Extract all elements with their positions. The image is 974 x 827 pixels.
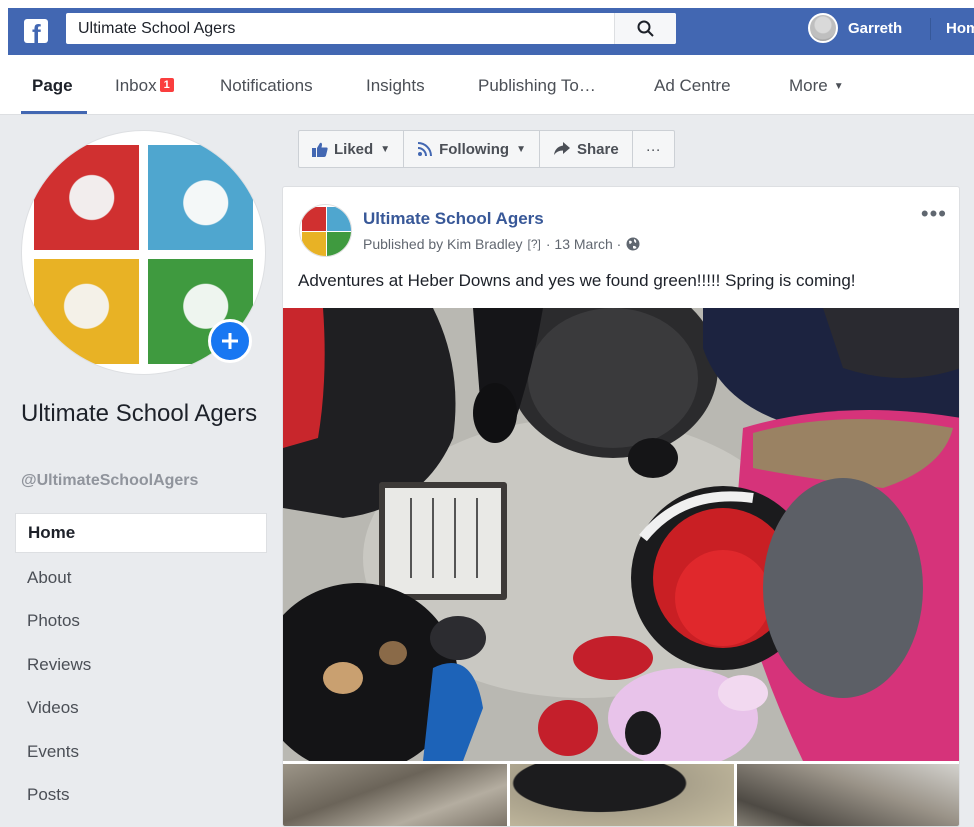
- search-input[interactable]: Ultimate School Agers: [78, 20, 235, 38]
- photo-thumbnail[interactable]: [283, 764, 507, 826]
- sidebar-nav: Home About Photos Reviews Videos Events …: [15, 513, 267, 817]
- facebook-logo-icon[interactable]: f: [24, 19, 48, 43]
- handprint-blue: [148, 145, 253, 250]
- rss-feed-icon: [417, 142, 433, 157]
- following-button[interactable]: Following ▼: [404, 131, 540, 167]
- help-marker[interactable]: [?]: [528, 237, 541, 251]
- share-label: Share: [576, 140, 619, 158]
- search-box[interactable]: Ultimate School Agers: [66, 13, 676, 44]
- caret-down-icon: ▼: [833, 81, 844, 92]
- liked-button[interactable]: Liked ▼: [299, 131, 405, 167]
- feed-post: Ultimate School Agers Published by Kim B…: [282, 186, 960, 827]
- sidebar-item-photos[interactable]: Photos: [15, 600, 267, 644]
- tab-page[interactable]: Page: [32, 76, 73, 96]
- sidebar-item-posts[interactable]: Posts: [15, 774, 267, 818]
- user-name[interactable]: Garreth: [848, 20, 902, 37]
- liked-label: Liked: [334, 140, 374, 158]
- post-meta: Published by Kim Bradley [?] · 13 March …: [363, 236, 640, 252]
- post-body-text: Adventures at Heber Downs and yes we fou…: [298, 271, 856, 290]
- sidebar-item-about[interactable]: About: [15, 556, 267, 600]
- user-profile-link[interactable]: Garreth: [808, 13, 902, 43]
- tab-inbox-label: Inbox: [115, 76, 157, 95]
- tab-insights[interactable]: Insights: [366, 76, 425, 96]
- search-icon: [637, 20, 654, 37]
- post-publisher[interactable]: Published by Kim Bradley: [363, 236, 523, 252]
- sidebar-item-events[interactable]: Events: [15, 730, 267, 774]
- page-title[interactable]: Ultimate School Agers: [21, 397, 261, 431]
- tab-ad-centre[interactable]: Ad Centre: [654, 76, 731, 96]
- post-photo[interactable]: [283, 308, 959, 761]
- tab-inbox[interactable]: Inbox 1: [115, 76, 174, 96]
- page-nav: Page Inbox 1 Notifications Insights Publi…: [0, 55, 974, 115]
- following-label: Following: [439, 140, 510, 158]
- photo-thumbnail[interactable]: [737, 764, 959, 826]
- share-arrow-icon: [553, 142, 570, 155]
- post-options-menu[interactable]: •••: [921, 201, 947, 227]
- sidebar-item-home[interactable]: Home: [15, 513, 267, 553]
- blue-header: f Ultimate School Agers Garreth Hom: [8, 8, 974, 55]
- chevron-down-icon: ▼: [380, 143, 391, 155]
- photo-thumbnail[interactable]: [510, 764, 734, 826]
- tab-more[interactable]: More ▼: [789, 76, 844, 96]
- handprint-yellow: [34, 259, 139, 364]
- sidebar-item-videos[interactable]: Videos: [15, 687, 267, 731]
- more-options-button[interactable]: ···: [633, 131, 674, 167]
- search-button[interactable]: [614, 13, 676, 44]
- tab-notifications[interactable]: Notifications: [220, 76, 313, 96]
- share-button[interactable]: Share: [540, 131, 633, 167]
- post-date[interactable]: · 13 March ·: [546, 236, 621, 252]
- page-action-bar: Liked ▼ Following ▼ Share ···: [298, 130, 675, 168]
- tab-more-label: More: [789, 76, 828, 95]
- tab-publishing-tools[interactable]: Publishing To…: [478, 76, 596, 96]
- post-photo-scene: [283, 308, 959, 761]
- active-tab-indicator: [21, 111, 87, 114]
- inbox-badge: 1: [159, 78, 174, 92]
- more-label: ···: [645, 140, 661, 158]
- chevron-down-icon: ▼: [516, 143, 526, 155]
- like-thumb-icon: [312, 142, 328, 157]
- post-author-avatar[interactable]: [299, 204, 352, 257]
- home-link[interactable]: Hom: [946, 20, 974, 37]
- top-bar: f Ultimate School Agers Garreth Hom: [0, 0, 974, 55]
- plus-icon: [222, 333, 238, 349]
- globe-icon: [626, 237, 640, 251]
- divider: [930, 18, 931, 40]
- post-photo-thumbnails: [283, 764, 959, 826]
- avatar[interactable]: [808, 13, 838, 43]
- sidebar-item-reviews[interactable]: Reviews: [15, 643, 267, 687]
- handprint-red: [34, 145, 139, 250]
- post-author-name[interactable]: Ultimate School Agers: [363, 209, 544, 229]
- page-username[interactable]: @UltimateSchoolAgers: [21, 472, 198, 490]
- add-photo-button[interactable]: [208, 319, 252, 363]
